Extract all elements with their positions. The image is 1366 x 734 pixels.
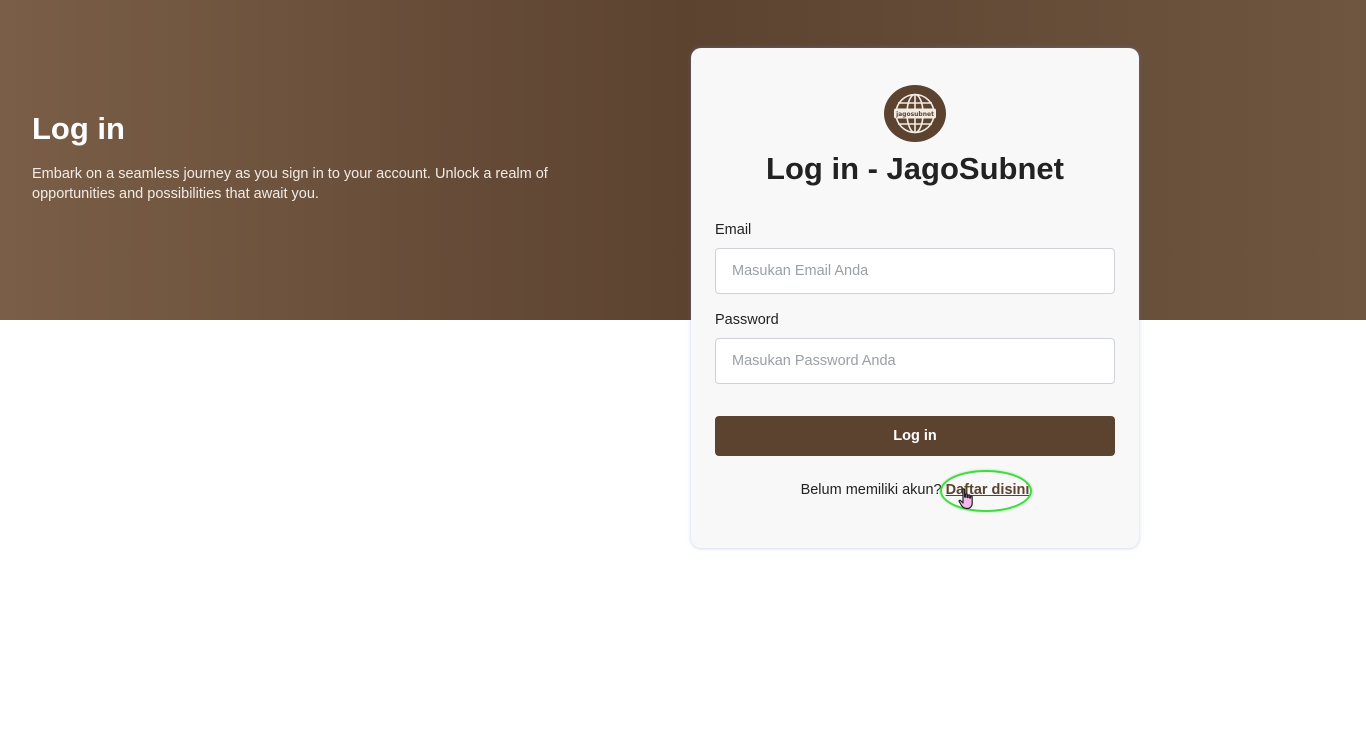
hero-title: Log in <box>32 111 125 146</box>
login-card: jagosubnet Log in - JagoSubnet Email Pas… <box>691 48 1139 548</box>
register-prompt: Belum memiliki akun? <box>800 482 942 498</box>
globe-icon: jagosubnet <box>884 85 946 142</box>
register-row: Belum memiliki akun? Daftar disini <box>691 481 1139 499</box>
logo-text: jagosubnet <box>895 111 934 118</box>
password-label: Password <box>715 312 779 328</box>
hero-description: Embark on a seamless journey as you sign… <box>32 166 548 202</box>
hero-banner: Log in Embark on a seamless journey as y… <box>0 0 1366 320</box>
login-button[interactable]: Log in <box>715 416 1115 456</box>
email-label: Email <box>715 222 752 238</box>
register-link[interactable]: Daftar disini <box>946 482 1030 498</box>
card-title: Log in - JagoSubnet <box>766 151 1064 186</box>
email-field[interactable] <box>715 248 1115 294</box>
password-field[interactable] <box>715 338 1115 384</box>
